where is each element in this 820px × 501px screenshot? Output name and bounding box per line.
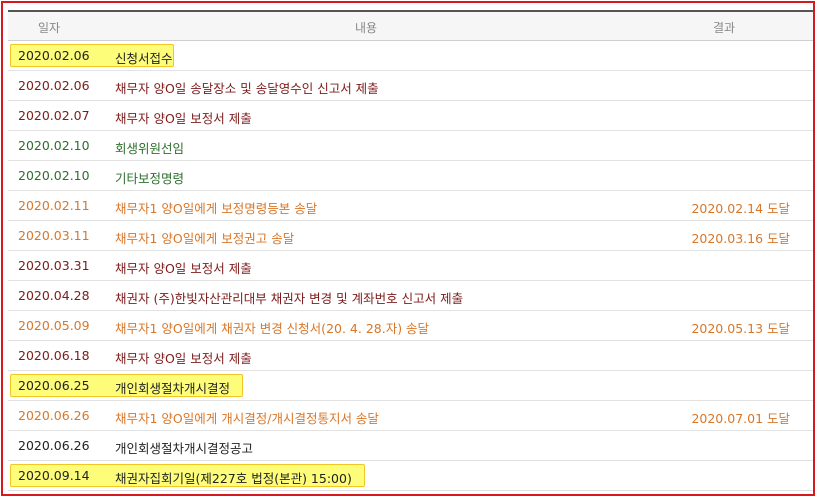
row-date: 2020.02.10 bbox=[18, 168, 90, 183]
table-row: 2020.06.26 개인회생절차개시결정공고 bbox=[8, 431, 813, 461]
table-row: 2020.03.11 채무자1 양O일에게 보정권고 송달 2020.03.16 도… bbox=[8, 221, 813, 251]
table-row: 2020.02.07 채무자 양O일 보정서 제출 bbox=[8, 101, 813, 131]
table-row: 2020.02.06 신청서접수 bbox=[8, 41, 813, 71]
row-result: 2020.02.14 도달 bbox=[691, 201, 790, 216]
row-content: 개인회생절차개시결정공고 bbox=[115, 441, 254, 456]
row-date: 2020.02.07 bbox=[18, 108, 90, 123]
table-row: 2020.06.18 채무자 양O일 보정서 제출 bbox=[8, 341, 813, 371]
row-date: 2020.05.09 bbox=[18, 318, 90, 333]
row-content: 채권자집회기일(제227호 법정(본관) 15:00) bbox=[115, 471, 352, 486]
table-row: 2020.04.28 채권자 (주)한빛자산관리대부 채권자 변경 및 계좌번호 … bbox=[8, 281, 813, 311]
row-content: 채무자 양O일 송달장소 및 송달영수인 신고서 제출 bbox=[115, 81, 379, 96]
table-row: 2020.02.10 기타보정명령 bbox=[8, 161, 813, 191]
row-content: 채무자1 양O일에게 보정명령등본 송달 bbox=[115, 201, 318, 216]
row-content: 신청서접수 bbox=[115, 51, 173, 66]
row-date: 2020.06.26 bbox=[18, 408, 90, 423]
header-result: 결과 bbox=[713, 21, 736, 35]
table-row: 2020.03.31 채무자 양O일 보정서 제출 bbox=[8, 251, 813, 281]
row-result: 2020.03.16 도달 bbox=[691, 231, 790, 246]
row-content: 기타보정명령 bbox=[115, 171, 185, 186]
table-row: 2020.05.09 채무자1 양O일에게 채권자 변경 신청서(20. 4. 2… bbox=[8, 311, 813, 341]
table-body: 2020.02.06 신청서접수 2020.02.06 채무자 양O일 송달장소 및 … bbox=[8, 41, 813, 491]
row-date: 2020.06.26 bbox=[18, 438, 90, 453]
row-date: 2020.04.28 bbox=[18, 288, 90, 303]
row-content: 채무자 양O일 보정서 제출 bbox=[115, 261, 252, 276]
row-date: 2020.03.31 bbox=[18, 258, 90, 273]
table-row: 2020.02.10 회생위원선임 bbox=[8, 131, 813, 161]
row-content: 채무자1 양O일에게 개시결정/개시결정통지서 송달 bbox=[115, 411, 379, 426]
row-date: 2020.02.11 bbox=[18, 198, 90, 213]
table-row: 2020.06.25 개인회생절차개시결정 bbox=[8, 371, 813, 401]
header-date: 일자 bbox=[38, 21, 61, 35]
row-content: 개인회생절차개시결정 bbox=[115, 381, 231, 396]
table-header: 일자 내용 결과 bbox=[8, 10, 813, 41]
table-row: 2020.06.26 채무자1 양O일에게 개시결정/개시결정통지서 송달 2020… bbox=[8, 401, 813, 431]
row-content: 채무자 양O일 보정서 제출 bbox=[115, 351, 252, 366]
row-date: 2020.02.10 bbox=[18, 138, 90, 153]
row-result: 2020.05.13 도달 bbox=[691, 321, 790, 336]
row-date: 2020.06.18 bbox=[18, 348, 90, 363]
row-content: 회생위원선임 bbox=[115, 141, 185, 156]
row-content: 채무자 양O일 보정서 제출 bbox=[115, 111, 252, 126]
screenshot-frame: 일자 내용 결과 2020.02.06 신청서접수 2020.02.06 채무자 양O… bbox=[1, 1, 815, 496]
table-row: 2020.09.14 채권자집회기일(제227호 법정(본관) 15:00) bbox=[8, 461, 813, 491]
row-date: 2020.02.06 bbox=[18, 48, 90, 63]
row-content: 채권자 (주)한빛자산관리대부 채권자 변경 및 계좌번호 신고서 제출 bbox=[115, 291, 464, 306]
table-row: 2020.02.11 채무자1 양O일에게 보정명령등본 송달 2020.02.14… bbox=[8, 191, 813, 221]
row-content: 채무자1 양O일에게 보정권고 송달 bbox=[115, 231, 295, 246]
row-result: 2020.07.01 도달 bbox=[691, 411, 790, 426]
header-content: 내용 bbox=[355, 21, 378, 35]
table-row: 2020.02.06 채무자 양O일 송달장소 및 송달영수인 신고서 제출 bbox=[8, 71, 813, 101]
row-date: 2020.03.11 bbox=[18, 228, 90, 243]
row-date: 2020.06.25 bbox=[18, 378, 90, 393]
row-content: 채무자1 양O일에게 채권자 변경 신청서(20. 4. 28.자) 송달 bbox=[115, 321, 430, 336]
row-date: 2020.09.14 bbox=[18, 468, 90, 483]
row-date: 2020.02.06 bbox=[18, 78, 90, 93]
